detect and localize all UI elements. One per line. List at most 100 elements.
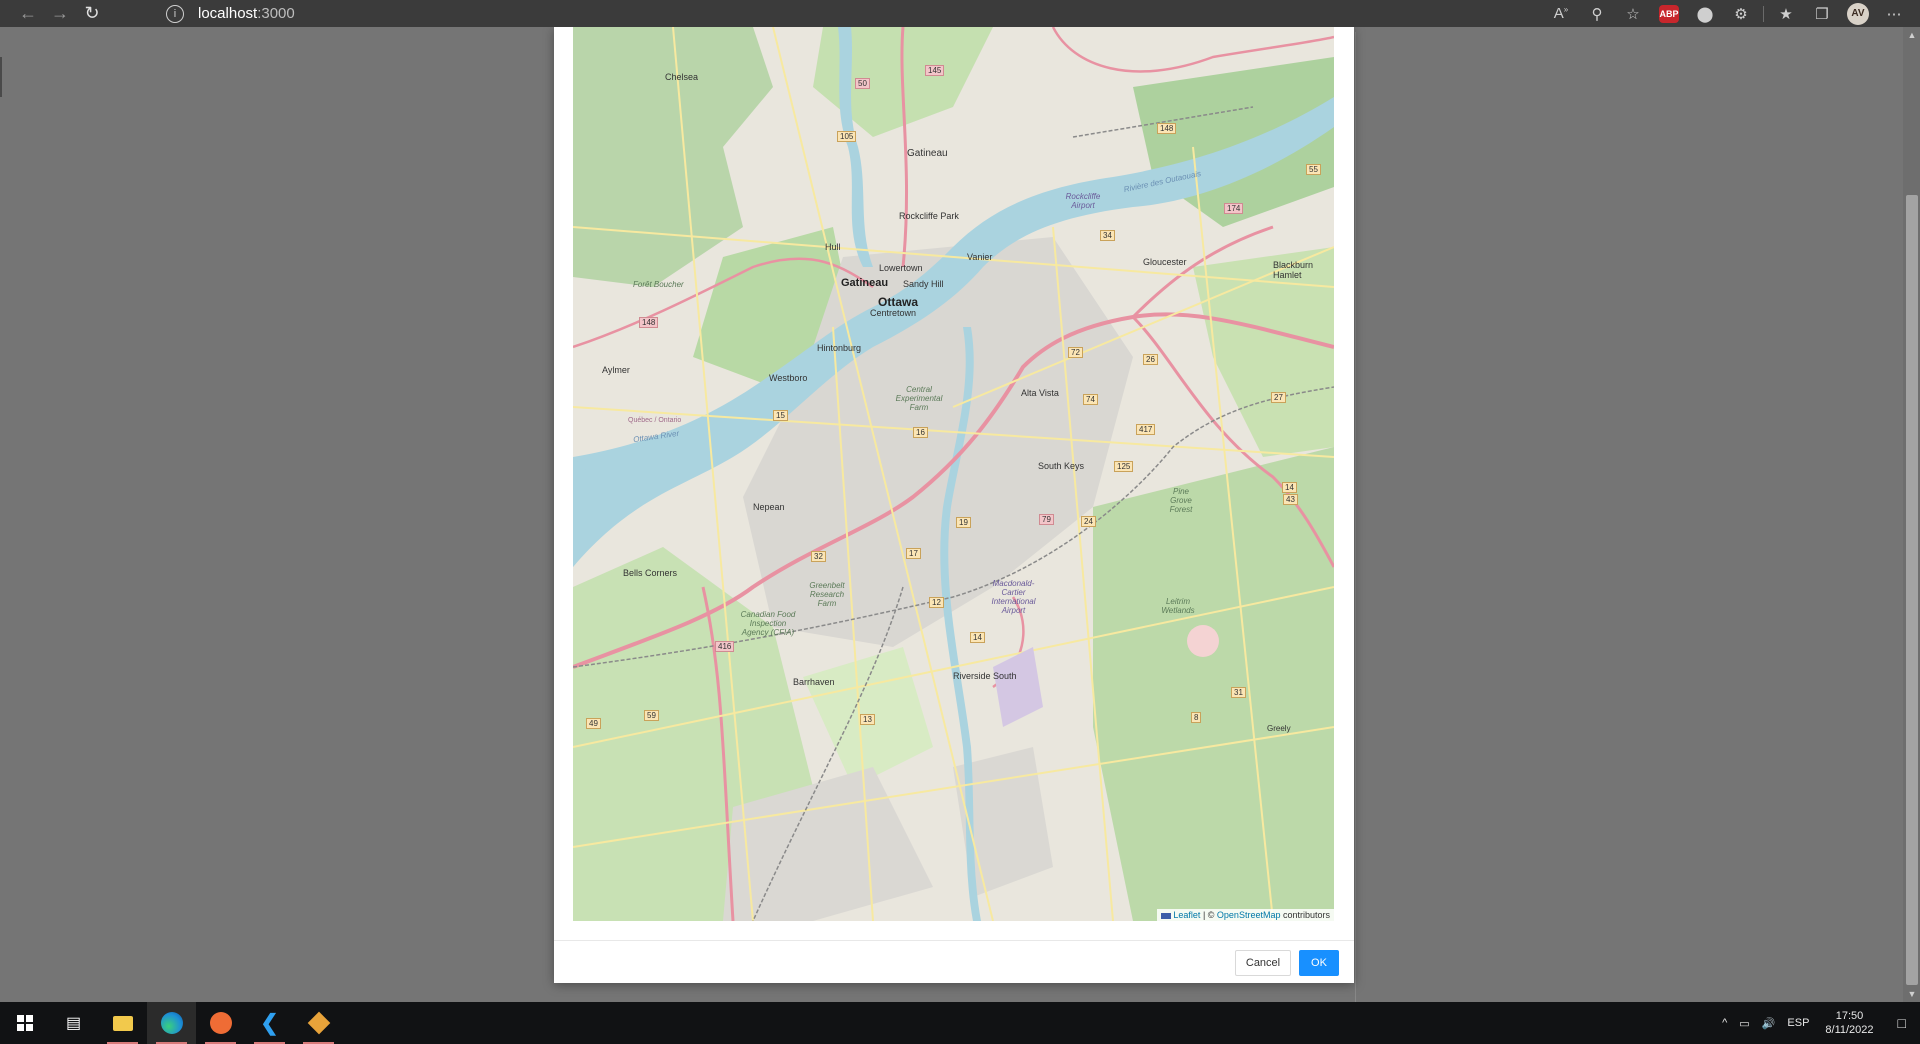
map-shield: 24 [1081, 516, 1096, 527]
map-shield: 50 [855, 78, 870, 89]
map-label-centretown: Centretown [870, 308, 917, 318]
map-label-westboro: Westboro [769, 373, 808, 383]
taskbar-vscode[interactable]: ❮ [245, 1002, 294, 1044]
more-dots-icon: ⋯ [1886, 5, 1902, 23]
page-viewport: Ottawa Gatineau Gatineau Chelsea Rockcli… [0, 27, 1920, 1002]
map-label-central-farm: Central Experimental Farm [895, 385, 943, 412]
map-shield: 27 [1271, 392, 1286, 403]
map-label-ottawa: Ottawa [878, 295, 919, 309]
map-shield: 59 [644, 710, 659, 721]
map-label-lowertown: Lowertown [879, 263, 923, 273]
vscode-icon: ❮ [260, 1010, 279, 1035]
map-label-alta-vista: Alta Vista [1021, 388, 1059, 398]
forward-button[interactable]: → [44, 0, 76, 27]
arrow-right-icon: → [51, 3, 69, 23]
taskbar: ▤ ❮ ^ ▭ 🔊 ESP 17:50 8/11/2022 □ [0, 1002, 1920, 1044]
taskbar-file-explorer[interactable] [98, 1002, 147, 1044]
map-label-gatineau-north: Gatineau [907, 148, 948, 159]
map-label-vanier: Vanier [967, 252, 993, 262]
zoom-out-icon: ⚲ [1591, 5, 1603, 23]
map-label-leitrim: Leitrim Wetlands [1161, 597, 1195, 615]
profile-button[interactable]: AV [1840, 0, 1876, 27]
language-indicator[interactable]: ESP [1781, 1017, 1815, 1029]
zoom-button[interactable]: ⚲ [1579, 0, 1615, 27]
network-icon[interactable]: ▭ [1733, 1017, 1755, 1030]
clock[interactable]: 17:50 8/11/2022 [1815, 1009, 1883, 1037]
favorites-icon: ★ [1779, 5, 1793, 23]
map-label-greely: Greely [1267, 724, 1291, 733]
map-shield: 148 [1157, 123, 1177, 134]
taskbar-edge[interactable] [147, 1002, 196, 1044]
task-view-icon: ▤ [65, 1015, 82, 1032]
address-bar[interactable]: i localhost:3000 [146, 2, 1456, 25]
collections-button[interactable]: ❐ [1804, 0, 1840, 27]
start-button[interactable] [0, 1002, 49, 1044]
extension-button[interactable]: ⬤ [1687, 0, 1723, 27]
map-shield: 43 [1283, 494, 1298, 505]
ok-button[interactable]: OK [1299, 950, 1339, 976]
task-view-button[interactable]: ▤ [49, 1002, 98, 1044]
map-shield: 105 [837, 131, 857, 142]
map-shield: 34 [1100, 230, 1115, 241]
map-label-barrhaven: Barrhaven [793, 677, 835, 687]
page-scrollbar[interactable]: ▲ ▼ [1903, 27, 1920, 1002]
map-shield: 174 [1224, 203, 1244, 214]
show-hidden-icons-icon[interactable]: ^ [1716, 1017, 1733, 1029]
system-tray: ^ ▭ 🔊 ESP 17:50 8/11/2022 □ [1716, 1002, 1920, 1044]
map-label-south-keys: South Keys [1038, 461, 1085, 471]
map-shield: 79 [1039, 514, 1054, 525]
browser-extensions: A» ⚲ ☆ ABP ⬤ ⚙ ★ ❐ AV ⋯ [1543, 0, 1920, 27]
clock-date: 8/11/2022 [1825, 1024, 1874, 1036]
favorite-button[interactable]: ☆ [1615, 0, 1651, 27]
extensions-button[interactable]: ⚙ [1723, 0, 1759, 27]
toolbar-divider [1763, 5, 1764, 22]
adblock-extension[interactable]: ABP [1651, 0, 1687, 27]
map-label-chelsea: Chelsea [665, 72, 699, 82]
openstreetmap-link[interactable]: OpenStreetMap [1217, 910, 1281, 920]
star-plus-icon: ☆ [1626, 5, 1640, 23]
url-port: :3000 [257, 5, 295, 22]
taskbar-git[interactable] [294, 1002, 343, 1044]
map-shield: 13 [860, 714, 875, 725]
read-aloud-button[interactable]: A» [1543, 0, 1579, 27]
map-shield: 148 [639, 317, 659, 328]
reload-button[interactable]: ↻ [76, 0, 108, 27]
map-shield: 14 [1282, 482, 1297, 493]
arrow-left-icon: ← [19, 3, 37, 23]
url-host: localhost [198, 5, 258, 22]
leaflet-link[interactable]: Leaflet [1173, 910, 1200, 920]
map-dialog: Ottawa Gatineau Gatineau Chelsea Rockcli… [554, 27, 1354, 983]
dialog-footer: Cancel OK [554, 940, 1354, 984]
collections-icon: ❐ [1815, 5, 1829, 23]
map-label-airport: Macdonald-Cartier International Airport [991, 579, 1036, 615]
map-shield: 17 [906, 548, 921, 559]
taskbar-postman[interactable] [196, 1002, 245, 1044]
attribution-separator: | © [1200, 910, 1217, 920]
map-label-hull: Hull [825, 242, 841, 252]
scroll-thumb[interactable] [1906, 195, 1918, 985]
scroll-down-icon[interactable]: ▼ [1906, 988, 1918, 1000]
back-button[interactable]: ← [12, 0, 44, 27]
map-shield: 19 [956, 517, 971, 528]
map-label-rockcliffe-airport: Rockcliffe Airport [1065, 192, 1101, 210]
clock-time: 17:50 [1835, 1010, 1864, 1022]
avatar: AV [1847, 2, 1869, 25]
map-label-foret-boucher: Forêt Boucher [633, 280, 684, 289]
scroll-up-icon[interactable]: ▲ [1906, 29, 1918, 41]
more-menu-button[interactable]: ⋯ [1876, 0, 1912, 27]
map-attribution: Leaflet | © OpenStreetMap contributors [1157, 909, 1334, 921]
refresh-icon: ↻ [84, 3, 100, 23]
favorites-button[interactable]: ★ [1768, 0, 1804, 27]
map-shield: 26 [1143, 354, 1158, 365]
map-container[interactable]: Ottawa Gatineau Gatineau Chelsea Rockcli… [573, 27, 1334, 921]
map-shield: 74 [1083, 394, 1098, 405]
cancel-button[interactable]: Cancel [1235, 950, 1291, 976]
info-icon[interactable]: i [166, 4, 184, 23]
volume-icon[interactable]: 🔊 [1756, 1017, 1782, 1030]
windows-icon [16, 1015, 33, 1031]
map-shield: 12 [929, 597, 944, 608]
map-shield: 145 [925, 65, 945, 76]
map-shield: 15 [773, 410, 788, 421]
leaflet-flag-icon [1161, 912, 1172, 919]
notification-center-icon[interactable]: □ [1884, 1015, 1920, 1031]
